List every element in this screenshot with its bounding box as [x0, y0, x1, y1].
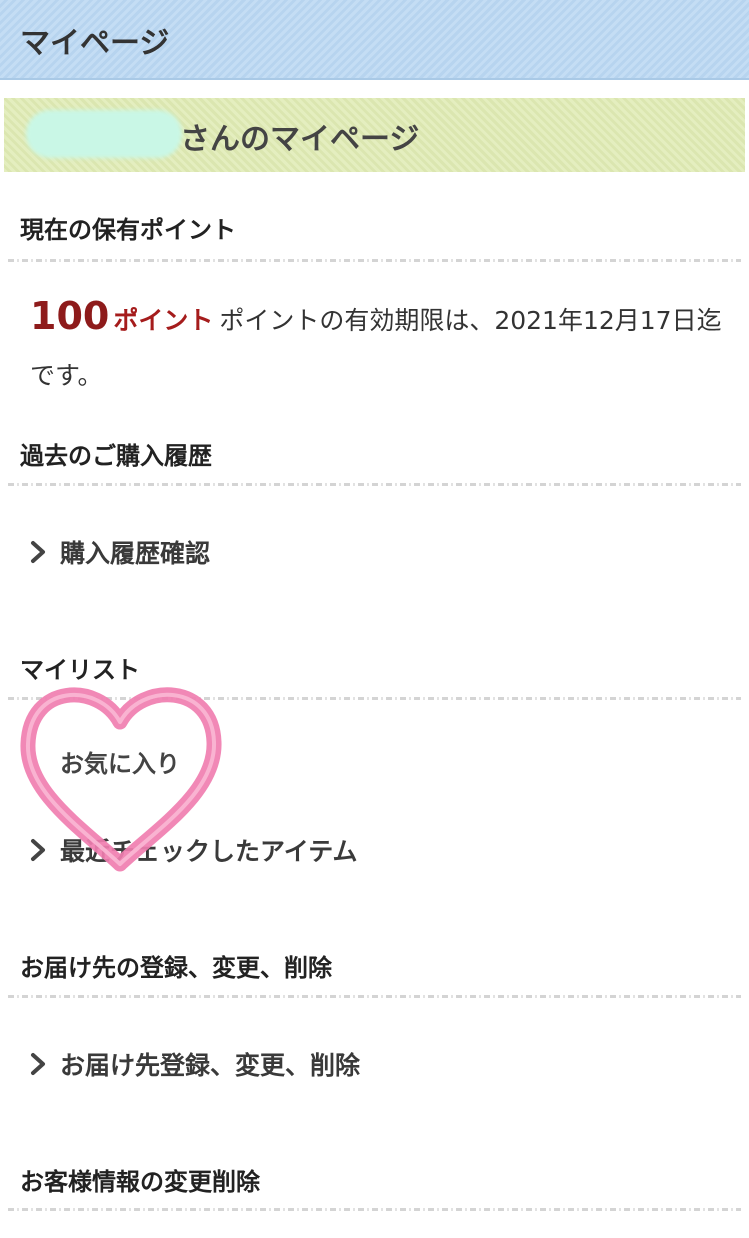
points-summary: 100 ポイント ポイントの有効期限は、2021年12月17日迄です。	[30, 290, 730, 405]
points-unit: ポイント	[113, 306, 214, 335]
user-banner: さんのマイページ	[4, 98, 745, 172]
points-value: 100	[30, 294, 110, 338]
chevron-right-icon	[31, 1053, 45, 1075]
shipping-address-link[interactable]: お届け先登録、変更、削除	[28, 1046, 360, 1082]
points-heading: 現在の保有ポイント	[20, 216, 236, 244]
section-divider	[8, 995, 741, 998]
chevron-right-icon	[31, 541, 45, 563]
section-divider	[8, 259, 741, 262]
section-divider	[8, 483, 741, 486]
heart-icon	[20, 687, 222, 872]
page-title: マイページ	[20, 26, 170, 61]
shipping-address-link-label: お届け先登録、変更、削除	[60, 1051, 361, 1080]
section-divider	[8, 1208, 741, 1211]
shipping-heading: お届け先の登録、変更、削除	[20, 954, 332, 982]
purchase-history-link-label: 購入履歴確認	[60, 539, 211, 568]
user-banner-suffix: さんのマイページ	[180, 122, 420, 157]
redacted-user-name	[26, 110, 182, 158]
purchase-history-link[interactable]: 購入履歴確認	[28, 534, 210, 570]
purchase-history-heading: 過去のご購入履歴	[20, 442, 212, 470]
top-header-bar: マイページ	[0, 0, 749, 80]
customer-info-heading: お客様情報の変更削除	[20, 1168, 260, 1196]
